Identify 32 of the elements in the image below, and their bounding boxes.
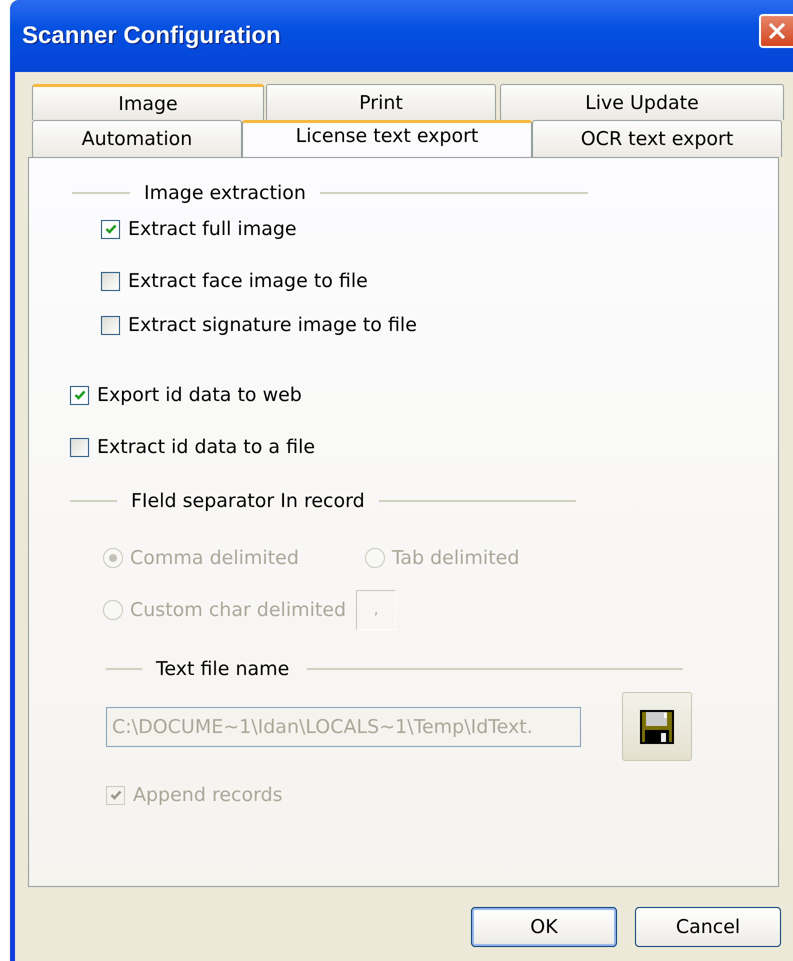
tab[interactable]: License text export xyxy=(242,120,532,157)
group-title: Image extraction xyxy=(143,182,307,204)
checkbox[interactable] xyxy=(101,316,120,334)
tab[interactable]: OCR text export xyxy=(532,120,782,157)
radio-label: Comma delimited xyxy=(130,547,299,569)
checkbox-label: Extract face image to file xyxy=(128,270,368,292)
radio-label: Tab delimited xyxy=(392,547,520,569)
checkmark-icon xyxy=(108,788,122,802)
dialog-button[interactable]: Cancel xyxy=(635,907,781,947)
save-button[interactable] xyxy=(622,692,692,761)
group-title: FIeld separator In record xyxy=(130,490,366,512)
window-title: Scanner Configuration xyxy=(22,22,281,50)
checkbox[interactable] xyxy=(101,272,120,290)
tab[interactable]: Live Update xyxy=(500,84,784,120)
tab[interactable]: Image xyxy=(32,84,264,120)
checkbox[interactable] xyxy=(70,386,89,404)
dialog-button[interactable]: OK xyxy=(471,907,617,947)
checkbox-label: Append records xyxy=(133,784,283,806)
checkmark-icon xyxy=(104,222,118,236)
tab[interactable]: Print xyxy=(266,84,496,120)
checkbox[interactable] xyxy=(101,220,120,238)
tab[interactable]: Automation xyxy=(32,120,242,157)
checkbox-label: Extract full image xyxy=(128,218,297,240)
group-title: Text file name xyxy=(155,658,290,680)
radio-label: Custom char delimited xyxy=(130,599,346,621)
checkbox-label: Export id data to web xyxy=(97,384,302,406)
checkbox-label: Extract signature image to file xyxy=(128,314,417,336)
close-icon xyxy=(766,20,788,42)
close-button[interactable] xyxy=(759,14,793,48)
checkbox-label: Extract id data to a file xyxy=(97,436,316,458)
checkbox[interactable] xyxy=(70,438,89,456)
checkmark-icon xyxy=(72,388,86,402)
